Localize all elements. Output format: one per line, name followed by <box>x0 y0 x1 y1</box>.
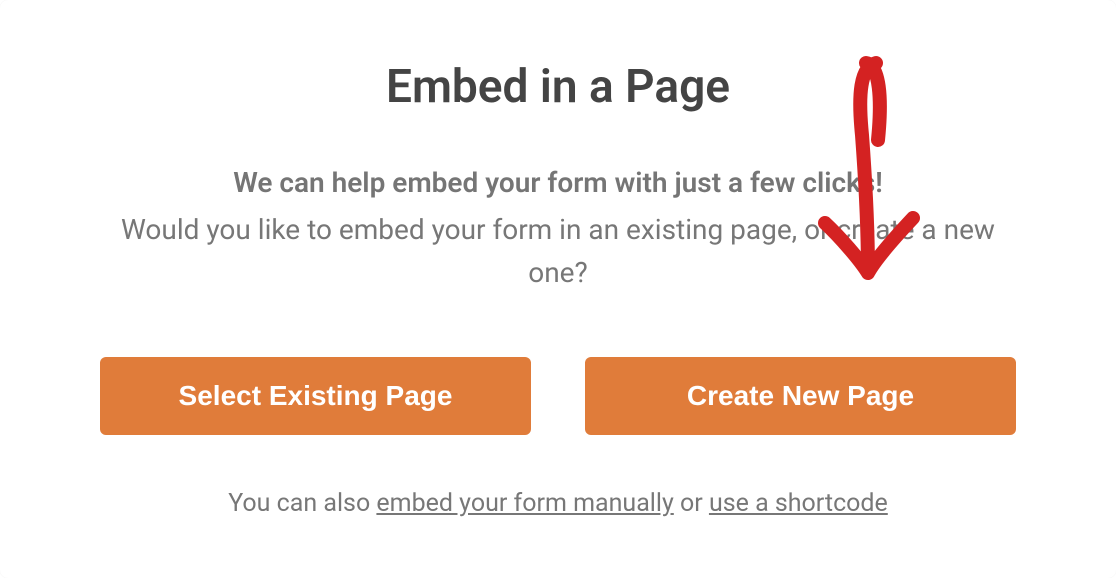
footer-prefix: You can also <box>228 489 376 518</box>
footer-middle: or <box>674 489 709 518</box>
modal-lead-text: We can help embed your form with just a … <box>100 162 1016 204</box>
create-new-page-button[interactable]: Create New Page <box>585 357 1016 435</box>
select-existing-page-button[interactable]: Select Existing Page <box>100 357 531 435</box>
modal-sub-text: Would you like to embed your form in an … <box>100 208 1016 295</box>
embed-manually-link[interactable]: embed your form manually <box>376 489 673 518</box>
embed-modal: Embed in a Page We can help embed your f… <box>0 0 1116 578</box>
use-shortcode-link[interactable]: use a shortcode <box>709 489 888 518</box>
footer-text: You can also embed your form manually or… <box>100 489 1016 518</box>
modal-title: Embed in a Page <box>100 60 1016 114</box>
button-row: Select Existing Page Create New Page <box>100 357 1016 435</box>
